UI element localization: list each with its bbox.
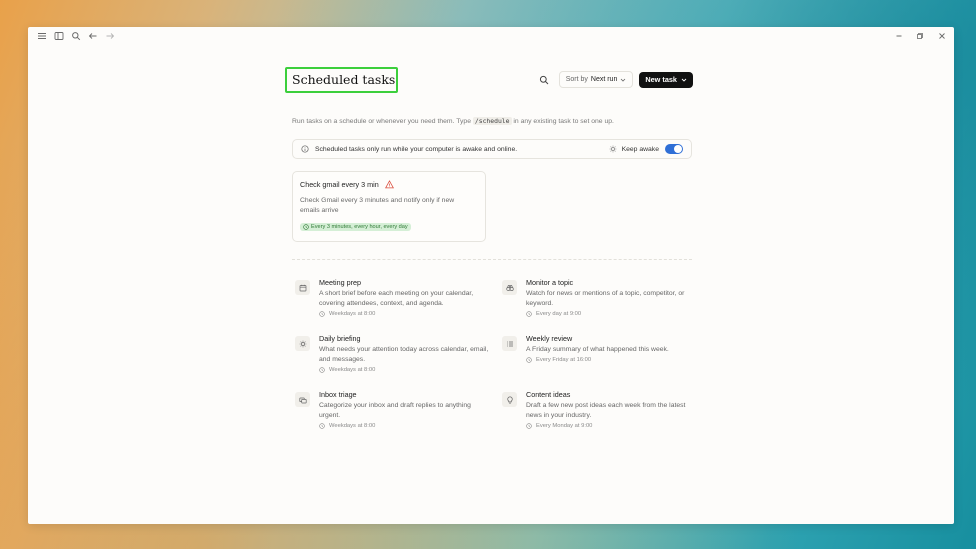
template-title: Daily briefing (319, 334, 361, 343)
clock-icon (319, 367, 325, 373)
sort-value: Next run (590, 76, 618, 83)
sun-icon (609, 145, 616, 153)
list-icon (502, 336, 517, 351)
schedule-command: /schedule (472, 117, 512, 125)
template-description: Watch for news or mentions of a topic, c… (526, 290, 685, 307)
calendar-icon (295, 280, 310, 295)
template-title: Meeting prep (319, 278, 361, 287)
search-button[interactable] (536, 71, 553, 88)
clock-icon (526, 357, 532, 363)
back-arrow-icon[interactable] (88, 31, 98, 41)
page-title: Scheduled tasks (292, 72, 396, 87)
task-title: Check gmail every 3 min (300, 180, 379, 189)
close-icon[interactable] (937, 31, 947, 41)
template-schedule-text: Weekdays at 8:00 (329, 423, 376, 429)
template-schedule: Weekdays at 8:00 (319, 311, 489, 317)
task-title-row: Check gmail every 3 min (300, 180, 478, 189)
inbox-icon (295, 392, 310, 407)
info-icon (301, 145, 309, 153)
new-task-label: New task (645, 75, 677, 84)
titlebar (28, 27, 954, 45)
template-schedule: Every Friday at 16:00 (526, 357, 696, 363)
banner-text: Scheduled tasks only run while your comp… (315, 145, 518, 153)
schedule-badge: Every 3 minutes, every hour, every day (300, 223, 411, 231)
template-schedule-text: Weekdays at 8:00 (329, 367, 376, 373)
template-title: Monitor a topic (526, 278, 574, 287)
restore-icon[interactable] (915, 31, 925, 41)
template-schedule-text: Weekdays at 8:00 (329, 311, 376, 317)
lightbulb-icon (502, 392, 517, 407)
app-window: Scheduled tasks Sort by Next run New tas… (28, 27, 954, 524)
chevron-down-icon (681, 78, 687, 82)
template-title: Inbox triage (319, 390, 357, 399)
clock-icon (319, 311, 325, 317)
page-subtitle: Run tasks on a schedule or whenever you … (292, 117, 614, 125)
search-icon (540, 75, 549, 84)
template-schedule-text: Every Monday at 9:00 (536, 423, 593, 429)
template-schedule: Weekdays at 8:00 (319, 423, 489, 429)
sort-dropdown[interactable]: Sort by Next run (558, 71, 634, 88)
template-description: A short brief before each meeting on you… (319, 290, 474, 307)
chevron-down-icon (621, 78, 626, 82)
subtitle-text-end: in any existing task to set one up. (513, 118, 614, 125)
menu-icon[interactable] (37, 31, 47, 41)
template-description: A Friday summary of what happened this w… (526, 346, 669, 353)
template-schedule: Every day at 9:00 (526, 311, 696, 317)
awake-banner: Scheduled tasks only run while your comp… (292, 139, 692, 159)
warning-icon (384, 180, 394, 189)
template-schedule-text: Every Friday at 16:00 (536, 357, 592, 363)
binoculars-icon (502, 280, 517, 295)
sort-prefix: Sort by (565, 76, 588, 83)
template-description: What needs your attention today across c… (319, 346, 489, 363)
task-card[interactable]: Check gmail every 3 min Check Gmail ever… (292, 171, 486, 242)
template-schedule-text: Every day at 9:00 (536, 311, 582, 317)
section-divider (292, 259, 692, 260)
template-description: Draft a few new post ideas each week fro… (526, 402, 686, 419)
minimize-icon[interactable] (894, 31, 904, 41)
sun-icon (295, 336, 310, 351)
keep-awake-label: Keep awake (621, 145, 659, 153)
header-controls: Sort by Next run New task (536, 71, 693, 88)
new-task-button[interactable]: New task (639, 71, 693, 88)
keep-awake-toggle[interactable] (665, 144, 683, 154)
template-title: Weekly review (526, 334, 573, 343)
template-schedule: Every Monday at 9:00 (526, 423, 696, 429)
forward-arrow-icon[interactable] (105, 31, 115, 41)
subtitle-text: Run tasks on a schedule or whenever you … (292, 118, 471, 125)
clock-icon (319, 423, 325, 429)
clock-icon (526, 423, 532, 429)
template-schedule: Weekdays at 8:00 (319, 367, 489, 373)
template-title: Content ideas (526, 390, 571, 399)
clock-icon (526, 311, 532, 317)
clock-icon (303, 224, 309, 230)
template-description: Categorize your inbox and draft replies … (319, 402, 471, 419)
schedule-badge-text: Every 3 minutes, every hour, every day (311, 224, 408, 230)
task-description: Check Gmail every 3 minutes and notify o… (300, 197, 455, 214)
search-icon[interactable] (71, 31, 81, 41)
sidebar-toggle-icon[interactable] (54, 31, 64, 41)
